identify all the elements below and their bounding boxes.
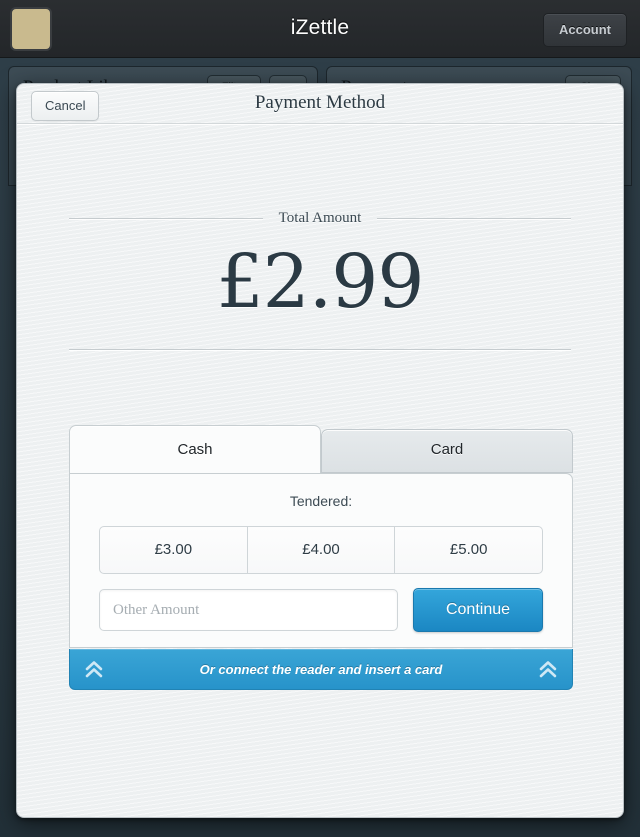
total-amount-bottom-rule [69,349,571,351]
tender-option-1[interactable]: £3.00 [100,527,247,573]
total-amount-label: Total Amount [278,210,362,226]
tab-cash[interactable]: Cash [69,425,321,473]
tendered-label: Tendered: [289,493,353,509]
sheet-header: Cancel Payment Method [17,84,623,124]
other-amount-input[interactable]: Other Amount [99,589,398,631]
tab-card[interactable]: Card [321,429,573,473]
app-titlebar: iZettle Account [0,0,640,58]
total-label-rule-right [377,217,572,220]
total-amount-block: Total Amount £2.99 [17,210,623,319]
payment-method-tabs: Cash Card [69,425,573,473]
connect-reader-text: Or connect the reader and insert a card [199,661,443,677]
total-amount-label-row: Total Amount [69,210,572,227]
total-label-rule-left [69,217,263,220]
chevron-up-double-icon-right [538,658,558,680]
connect-reader-bar[interactable]: Or connect the reader and insert a card [69,649,573,690]
continue-button[interactable]: Continue [413,588,543,632]
sheet-title: Payment Method [254,92,386,113]
tab-cash-label: Cash [177,441,213,458]
total-amount-value: £2.99 [216,239,425,325]
chevron-up-double-icon-left [84,658,104,680]
tab-card-label: Card [430,441,464,458]
amount-entry-row: Other Amount Continue [99,588,543,632]
payment-method-sheet: Cancel Payment Method Total Amount £2.99… [16,83,624,818]
cash-tab-panel: Tendered: £3.00 £4.00 £5.00 Other Amount… [69,473,573,648]
tender-option-3[interactable]: £5.00 [394,527,542,573]
tendered-amount-options: £3.00 £4.00 £5.00 [99,526,543,574]
tender-option-2[interactable]: £4.00 [246,527,395,573]
account-button[interactable]: Account [543,13,627,47]
